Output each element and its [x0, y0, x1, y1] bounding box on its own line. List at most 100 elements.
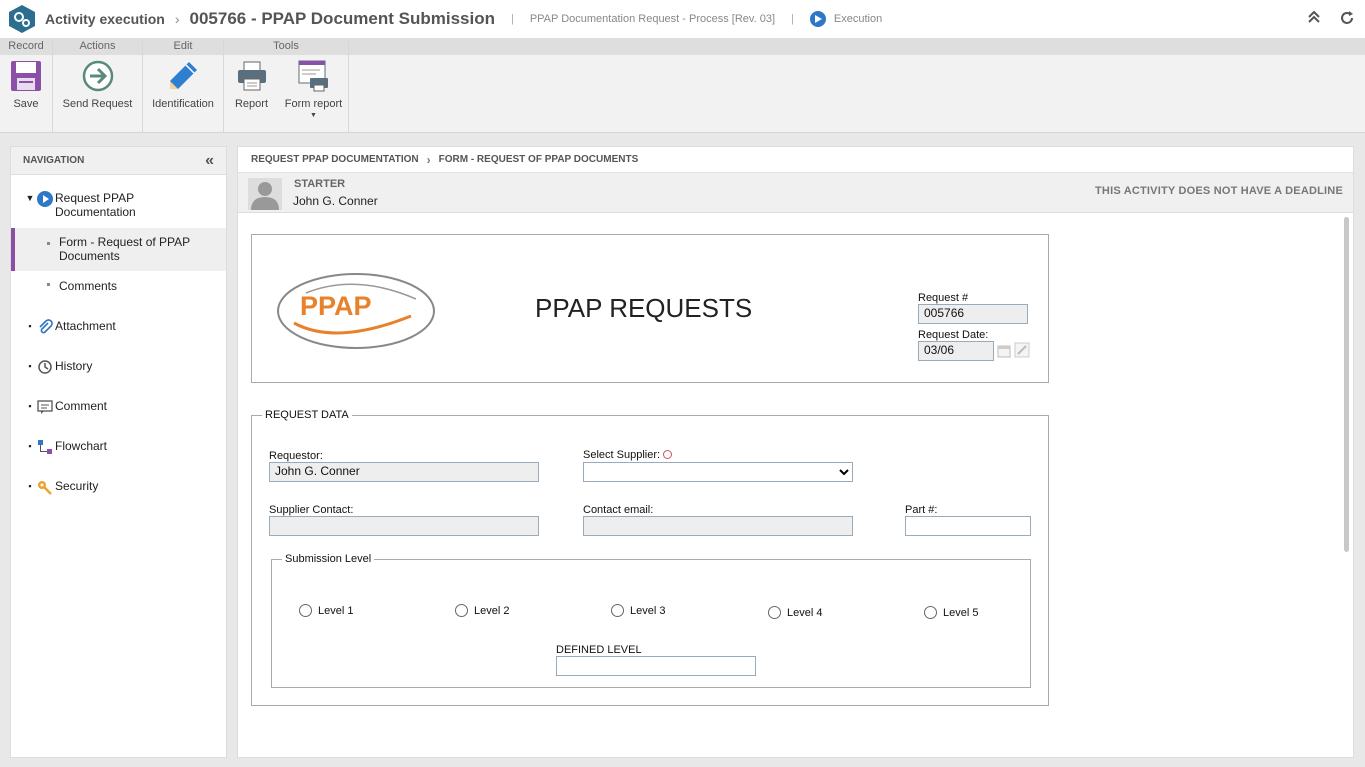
nav-item-label: Security: [55, 479, 99, 493]
radio-level-1[interactable]: Level 1: [299, 604, 353, 617]
ribbon-group-actions: Actions Send Request: [53, 38, 143, 132]
report-label: Report: [234, 98, 269, 110]
identification-label: Identification: [152, 98, 214, 110]
nav-item-label: Attachment: [55, 319, 116, 333]
paperclip-icon: [37, 319, 53, 335]
request-number-label: Request #: [918, 292, 969, 304]
comment-icon: [37, 399, 53, 415]
app-name: Activity execution: [45, 11, 165, 27]
starter-label: STARTER: [294, 178, 346, 190]
dropdown-arrow-icon[interactable]: ▼: [310, 112, 317, 119]
send-request-button[interactable]: Send Request: [53, 55, 142, 132]
nav-item-request[interactable]: ▼ Request PPAP Documentation: [11, 191, 226, 219]
nav-item-label: Flowchart: [55, 439, 108, 453]
form-header: PPAP PPAP REQUESTS Request # 005766 Requ…: [251, 234, 1049, 383]
navigation-header: NAVIGATION «: [11, 147, 226, 175]
nav-item-label: Comment: [55, 399, 108, 413]
divider: |: [791, 13, 794, 25]
section-legend: REQUEST DATA: [262, 409, 352, 421]
request-date-label: Request Date:: [918, 329, 989, 341]
form-report-label: Form report: [284, 98, 343, 110]
logo-text: PPAP: [300, 291, 372, 321]
deadline-status: THIS ACTIVITY DOES NOT HAVE A DEADLINE: [1095, 185, 1343, 197]
section-legend: Submission Level: [282, 553, 375, 565]
nav-item-form[interactable]: Form - Request of PPAP Documents: [11, 228, 226, 271]
divider: |: [510, 13, 514, 25]
nav-item-security[interactable]: ▪ Security: [11, 479, 226, 495]
bullet: [47, 242, 50, 245]
clear-date-icon[interactable]: [1014, 342, 1030, 363]
nav-item-label: Request PPAP Documentation: [55, 191, 136, 219]
breadcrumb-item: FORM - REQUEST OF PPAP DOCUMENTS: [438, 154, 639, 165]
bullet: [47, 283, 50, 286]
printer-icon: [237, 61, 266, 91]
history-icon: [37, 359, 53, 375]
save-label: Save: [13, 98, 39, 110]
nav-item-attachment[interactable]: ▪ Attachment: [11, 319, 226, 335]
radio-level-3[interactable]: Level 3: [611, 604, 665, 617]
navigation-panel: NAVIGATION « ▼ Request PPAP Documentatio…: [10, 146, 227, 758]
select-supplier-label: Select Supplier:: [583, 449, 673, 461]
radio-circle-icon[interactable]: [611, 604, 624, 617]
main-panel: REQUEST PPAP DOCUMENTATION › FORM - REQU…: [237, 146, 1354, 758]
radio-circle-icon[interactable]: [768, 606, 781, 619]
save-button[interactable]: Save: [0, 55, 52, 132]
radio-level-2[interactable]: Level 2: [455, 604, 509, 617]
radio-circle-icon[interactable]: [924, 606, 937, 619]
nav-item-comments[interactable]: Comments: [11, 279, 226, 297]
nav-item-flowchart[interactable]: ▪ Flowchart: [11, 439, 226, 455]
collapse-left-icon[interactable]: «: [205, 152, 214, 170]
nav-item-label: Form - Request of PPAP Documents: [59, 235, 190, 263]
radio-circle-icon[interactable]: [299, 604, 312, 617]
calendar-icon[interactable]: [997, 344, 1011, 363]
contact-email-label: Contact email:: [583, 504, 654, 516]
contact-email-field[interactable]: [583, 516, 853, 536]
status-text: Execution: [833, 13, 883, 25]
report-button[interactable]: Report: [224, 55, 279, 132]
supplier-select[interactable]: [583, 462, 853, 482]
part-number-label: Part #:: [905, 504, 938, 516]
form-report-button[interactable]: Form report ▼: [279, 55, 348, 132]
caret-down-icon[interactable]: ▼: [23, 193, 37, 203]
supplier-contact-field[interactable]: [269, 516, 539, 536]
vertical-scrollbar[interactable]: [1344, 217, 1349, 552]
radio-level-5[interactable]: Level 5: [924, 606, 978, 619]
request-data-section: REQUEST DATA Requestor: John G. Conner S…: [251, 409, 1049, 706]
chevron-right-icon: ›: [174, 11, 180, 27]
defined-level-field[interactable]: [556, 656, 756, 676]
flowchart-icon: [37, 439, 53, 455]
group-label: Edit: [143, 38, 223, 55]
form-report-icon: [298, 60, 328, 92]
nav-item-comment[interactable]: ▪ Comment: [11, 399, 226, 415]
group-label: Record: [0, 38, 52, 55]
submission-level-section: Submission Level Level 1 Level 2 Level 3…: [271, 553, 1031, 688]
send-request-label: Send Request: [62, 98, 133, 110]
radio-circle-icon[interactable]: [455, 604, 468, 617]
ribbon-group-tools: Tools Report Form report ▼: [224, 38, 349, 132]
part-number-field[interactable]: [905, 516, 1031, 536]
ribbon-group-record: Record Save: [0, 38, 53, 132]
identification-button[interactable]: Identification: [143, 55, 223, 132]
collapse-up-icon[interactable]: [1307, 10, 1321, 30]
radio-level-4[interactable]: Level 4: [768, 606, 822, 619]
nav-item-label: Comments: [59, 279, 118, 293]
refresh-icon[interactable]: [1339, 10, 1355, 30]
requestor-label: Requestor:: [269, 450, 323, 462]
title-bar: Activity execution › 005766 - PPAP Docum…: [0, 0, 1365, 38]
play-icon: [37, 191, 53, 207]
group-label: Tools: [224, 38, 348, 55]
avatar: [248, 178, 282, 210]
chevron-right-icon: ›: [426, 152, 431, 167]
save-icon: [11, 61, 41, 91]
request-number-field[interactable]: 005766: [918, 304, 1028, 324]
breadcrumb: REQUEST PPAP DOCUMENTATION › FORM - REQU…: [238, 147, 1353, 173]
requestor-field[interactable]: John G. Conner: [269, 462, 539, 482]
process-name: PPAP Documentation Request - Process [Re…: [529, 13, 776, 25]
starter-bar: STARTER John G. Conner THIS ACTIVITY DOE…: [238, 173, 1353, 213]
nav-item-history[interactable]: ▪ History: [11, 359, 226, 375]
play-icon: [809, 11, 826, 27]
record-title: 005766 - PPAP Document Submission: [189, 9, 495, 28]
navigation-title: NAVIGATION: [23, 155, 85, 166]
request-date-field[interactable]: 03/06: [918, 341, 994, 361]
breadcrumb-item[interactable]: REQUEST PPAP DOCUMENTATION: [251, 154, 419, 165]
